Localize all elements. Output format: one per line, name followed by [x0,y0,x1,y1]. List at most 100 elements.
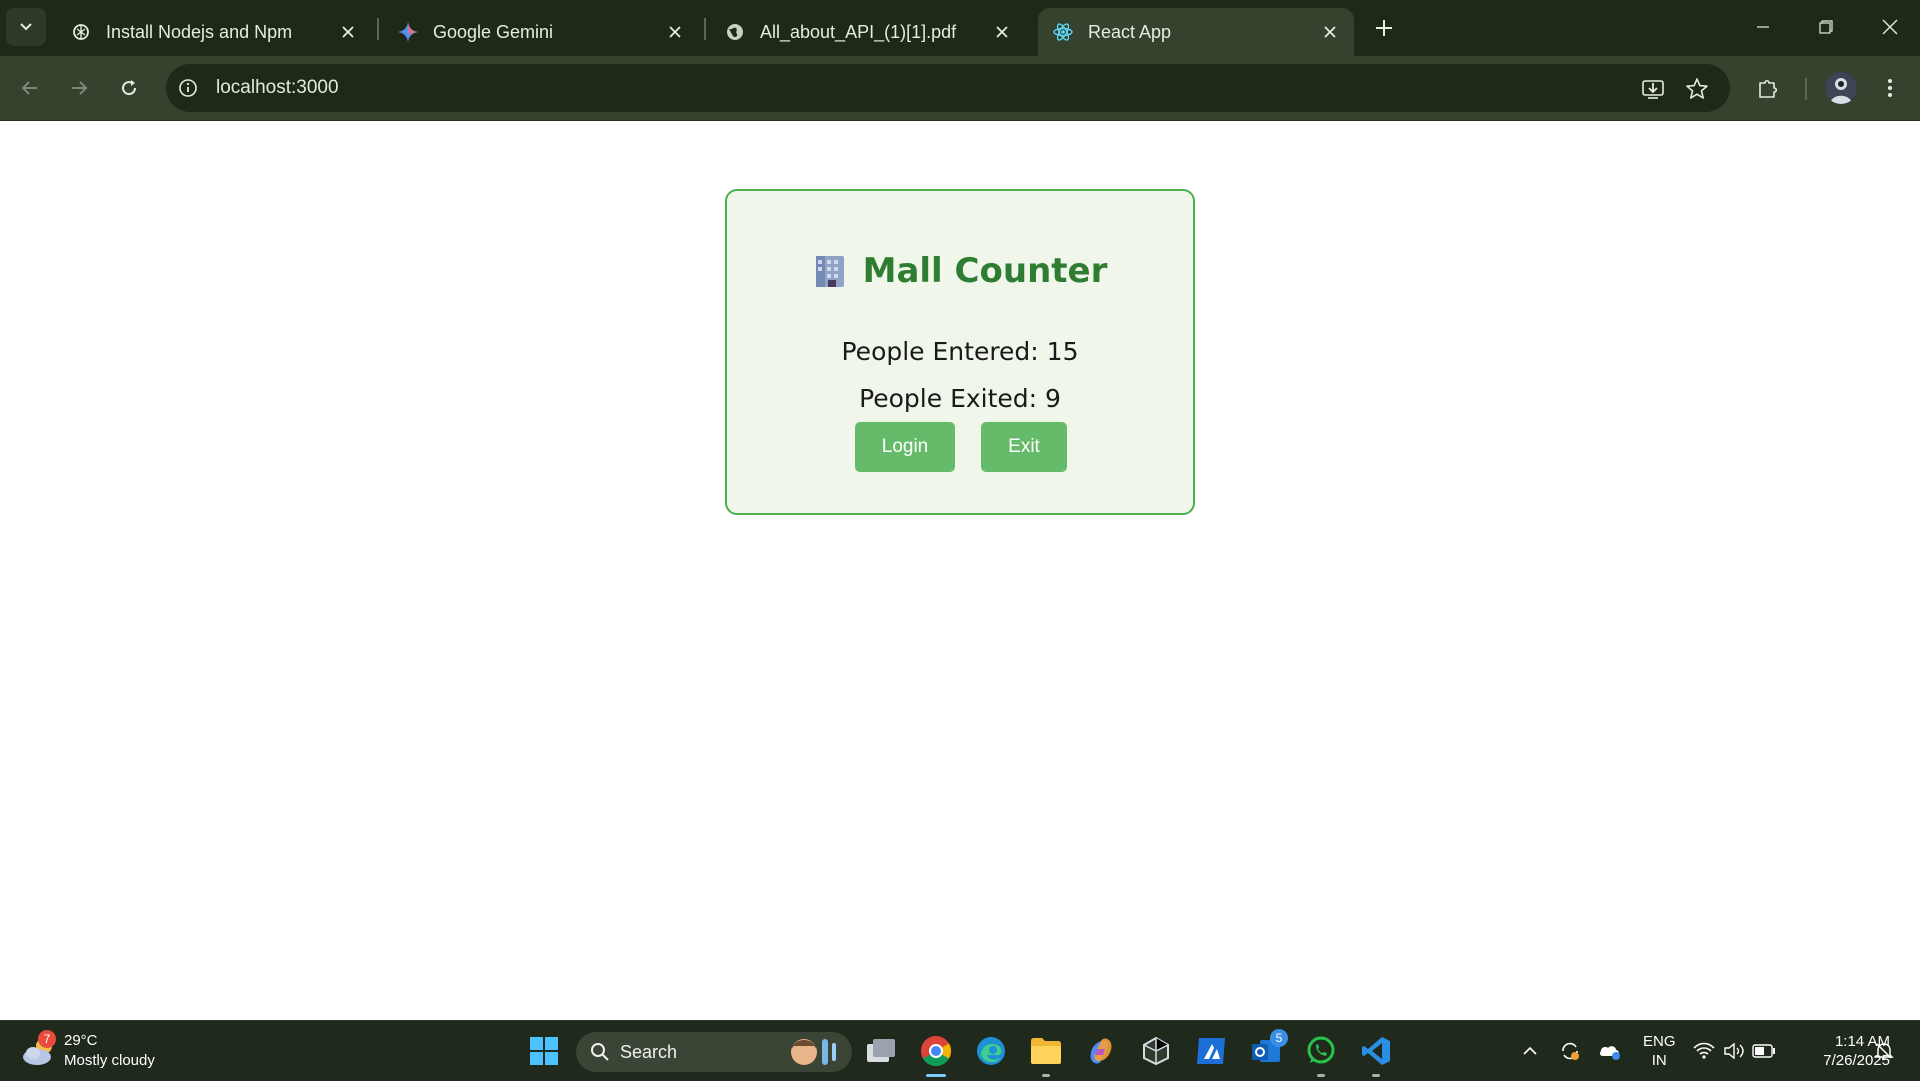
start-button[interactable] [524,1031,564,1071]
edge-icon [977,1037,1005,1065]
whatsapp-icon [1307,1036,1335,1064]
vscode-icon [1362,1037,1390,1065]
close-icon [1882,19,1898,35]
weather-temperature: 29°C [64,1032,98,1049]
copilot-icon [1090,1038,1112,1064]
title-text: Mall Counter [862,251,1108,291]
tab-react-app[interactable]: React App [1038,8,1354,56]
tab-strip: Install Nodejs and Npm Google Gemini All… [0,0,1920,56]
open-app-indicator [1372,1074,1380,1077]
reload-icon [122,80,137,96]
battery-tray-icon[interactable] [1752,1039,1776,1063]
notification-bell-icon [1874,1043,1894,1060]
taskbar-whatsapp[interactable] [1301,1031,1341,1077]
site-info-icon[interactable] [176,76,200,100]
taskbar-outlook[interactable]: 5 [1246,1029,1288,1071]
exit-button[interactable]: Exit [981,422,1067,472]
close-icon[interactable] [336,20,360,44]
minimize-button[interactable] [1743,10,1783,44]
puzzle-icon [1759,79,1778,98]
taskbar-file-explorer[interactable] [1026,1031,1066,1077]
tab-install-nodejs[interactable]: Install Nodejs and Npm [56,8,372,56]
chevron-up-icon [1523,1046,1537,1055]
tab-title: Install Nodejs and Npm [106,21,293,42]
back-button[interactable] [14,72,46,104]
install-app-icon[interactable] [1640,76,1666,102]
notifications-button[interactable] [1872,1039,1896,1063]
cloud-icon [1599,1046,1620,1060]
plus-icon [1376,20,1392,36]
region-code: IN [1651,1052,1667,1069]
open-app-indicator [1317,1074,1325,1077]
tab-title: Google Gemini [433,21,554,42]
taskbar-copilot[interactable] [1081,1031,1121,1071]
close-icon[interactable] [990,20,1014,44]
taskbar-vscode[interactable] [1356,1031,1396,1077]
restore-button[interactable] [1806,10,1846,44]
taskbar-search[interactable]: Search [576,1032,852,1072]
search-highlight-icon [791,1039,836,1065]
taskbar-azure-data-studio[interactable] [1191,1031,1231,1071]
arrow-left-icon [21,81,37,95]
chrome-icon [920,1036,952,1067]
tab-divider [704,18,706,40]
folder-icon [1031,1038,1061,1064]
weather-widget[interactable]: 7 29°C Mostly cloudy [20,1029,155,1073]
open-app-indicator [1042,1074,1050,1077]
language-code: ENG [1643,1033,1676,1050]
taskbar-chrome[interactable] [916,1031,956,1077]
url-input[interactable] [216,77,1516,99]
sync-icon [1562,1042,1579,1060]
close-icon[interactable] [663,20,687,44]
reload-button[interactable] [113,72,145,104]
bookmark-star-icon[interactable] [1684,76,1710,102]
weather-badge: 7 [38,1030,56,1048]
sync-tray-icon[interactable] [1558,1039,1582,1063]
taskbar-edge[interactable] [971,1031,1011,1071]
wifi-icon [1693,1042,1715,1059]
cube-icon [1143,1036,1169,1066]
tab-search-button[interactable] [6,8,46,46]
tab-title: React App [1088,21,1172,42]
close-window-button[interactable] [1870,10,1910,44]
onedrive-tray-icon[interactable] [1598,1039,1622,1063]
people-exited-text: People Exited: 9 [859,384,1061,413]
browser-toolbar [0,56,1920,121]
show-hidden-icons-button[interactable] [1518,1039,1542,1063]
speaker-icon [1724,1042,1744,1060]
language-indicator[interactable]: ENG IN [1643,1032,1676,1070]
login-button[interactable]: Login [855,422,955,472]
forward-button[interactable] [63,72,95,104]
tab-all-about-api-pdf[interactable]: All_about_API_(1)[1].pdf [710,8,1026,56]
extensions-button[interactable] [1752,72,1784,104]
profile-avatar[interactable] [1825,72,1857,104]
browser-menu-button[interactable] [1874,72,1906,104]
tab-google-gemini[interactable]: Google Gemini [383,8,699,56]
cloudy-weather-icon: 7 [20,1030,58,1070]
react-icon [1052,21,1074,43]
close-icon[interactable] [1318,20,1342,44]
azure-icon [1197,1038,1225,1064]
minimize-icon [1757,26,1769,28]
taskbar-unity-hub[interactable] [1136,1031,1176,1071]
page-title: Mall Counter [727,251,1193,291]
more-vertical-icon [1888,79,1892,97]
new-tab-button[interactable] [1370,14,1398,42]
arrow-right-icon [72,81,88,95]
building-icon [815,256,844,287]
gemini-icon [397,21,419,43]
wifi-tray-icon[interactable] [1692,1039,1716,1063]
weather-condition: Mostly cloudy [64,1052,155,1069]
toolbar-divider [1805,78,1807,100]
openai-icon [70,21,92,43]
volume-tray-icon[interactable] [1722,1039,1746,1063]
chevron-down-icon [20,23,32,31]
battery-icon [1752,1044,1775,1058]
search-label: Search [620,1041,678,1062]
task-view-button[interactable] [861,1031,901,1071]
windows-taskbar: 7 29°C Mostly cloudy Search 5 ENG IN 1:1… [0,1020,1920,1081]
address-bar[interactable] [166,64,1730,112]
mall-counter-card: Mall Counter People Entered: 15 People E… [725,189,1195,515]
notification-badge: 5 [1270,1029,1288,1047]
tab-title: All_about_API_(1)[1].pdf [760,21,957,42]
